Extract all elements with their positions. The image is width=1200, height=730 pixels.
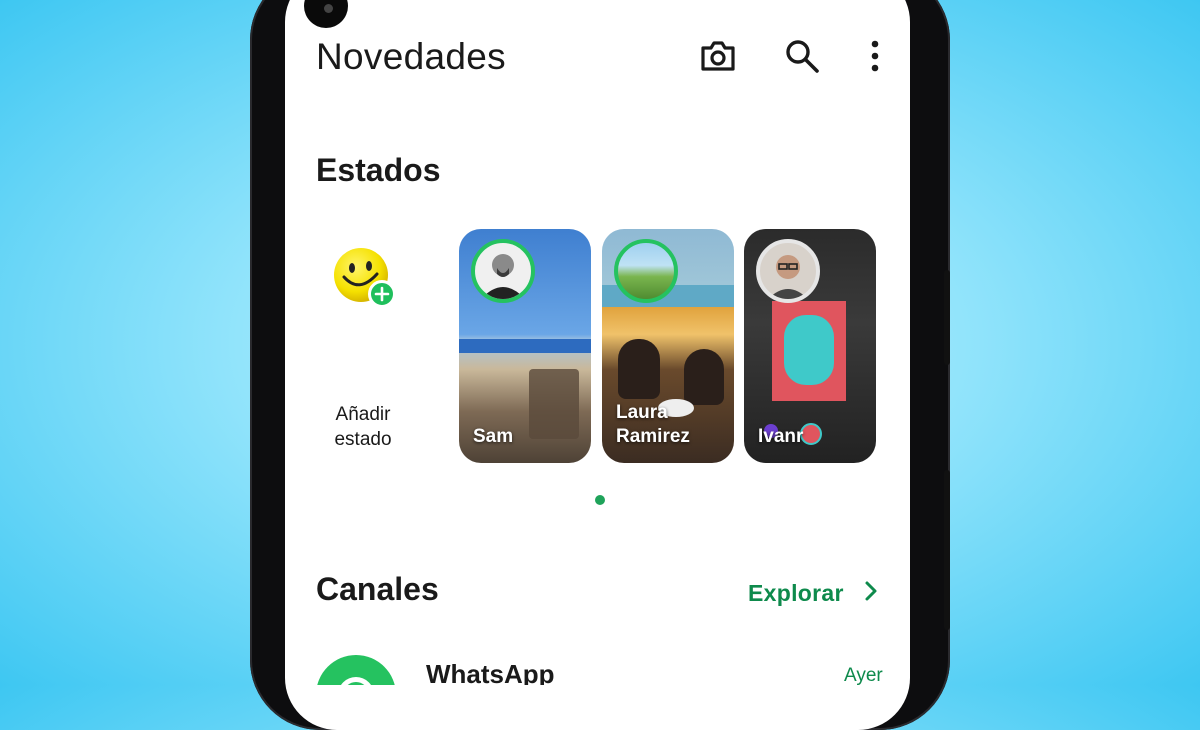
status-name: Sam: [473, 425, 513, 449]
more-vertical-icon[interactable]: [853, 34, 897, 78]
explore-label: Explorar: [748, 579, 844, 606]
person-shape: [684, 349, 724, 405]
avatar: [614, 239, 678, 303]
channel-name: WhatsApp: [426, 659, 555, 685]
chair-shape: [529, 369, 579, 439]
chevron-right-icon: [864, 580, 878, 607]
page-title: Novedades: [316, 36, 506, 77]
avatar: [471, 239, 535, 303]
status-card-ivanr[interactable]: Ivanr: [744, 229, 876, 463]
camera-icon[interactable]: [696, 34, 740, 78]
channel-time: Ayer: [844, 665, 883, 685]
channel-row[interactable]: WhatsApp Ayer: [300, 645, 900, 685]
status-name: Ivanr: [758, 425, 803, 449]
status-name-line1: Laura: [616, 402, 668, 423]
poster-shape: [772, 301, 846, 401]
add-status-label: Añadir estado: [310, 402, 416, 452]
channels-section-title: Canales: [316, 571, 439, 607]
status-name-line1: Ivanr: [758, 426, 804, 447]
status-name-line1: Sam: [473, 426, 514, 447]
status-card-laura-ramirez[interactable]: Laura Ramirez: [602, 229, 734, 463]
side-button: [944, 470, 950, 630]
whatsapp-logo-icon: [316, 655, 396, 685]
add-plus-icon: [368, 280, 396, 308]
whatsapp-logo-inner: [338, 677, 374, 685]
status-name-line2: Ramirez: [616, 426, 690, 447]
pager-dot: [595, 495, 605, 505]
avatar: [756, 239, 820, 303]
poster-face-shape: [784, 315, 834, 385]
search-icon[interactable]: [780, 34, 824, 78]
explore-channels-link[interactable]: Explorar: [748, 578, 878, 608]
status-section-title: Estados: [316, 152, 441, 188]
add-status-label-line2: estado: [334, 429, 392, 450]
side-button: [944, 270, 950, 365]
status-card-sam[interactable]: Sam: [459, 229, 591, 463]
add-status-label-line1: Añadir: [335, 404, 391, 425]
person-shape: [618, 339, 660, 399]
add-status-button[interactable]: Añadir estado: [320, 240, 410, 460]
status-name: Laura Ramirez: [616, 401, 690, 449]
sea-strip: [459, 339, 591, 353]
